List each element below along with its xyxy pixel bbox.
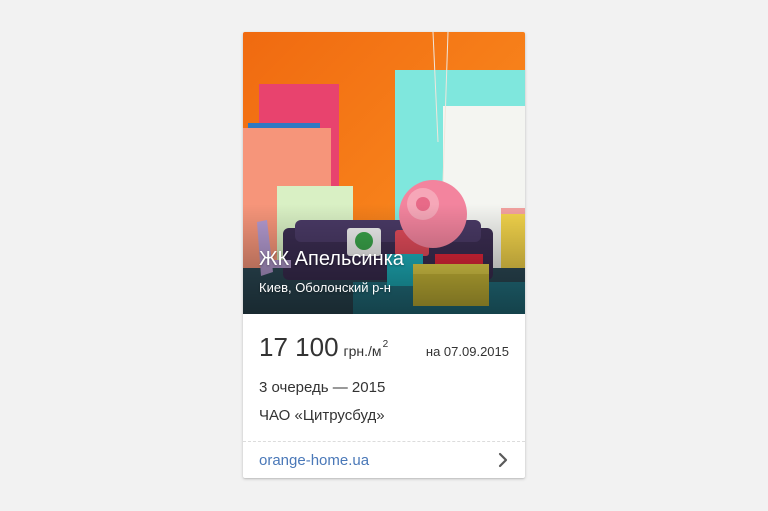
price-date: на 07.09.2015 xyxy=(425,344,509,359)
listing-location: Киев, Оболонский р-н xyxy=(259,280,391,295)
price-unit-superscript: 2 xyxy=(382,339,389,350)
website-footer[interactable]: orange-home.ua xyxy=(243,442,525,478)
website-link[interactable]: orange-home.ua xyxy=(259,452,369,469)
price-value: 17 100 xyxy=(259,332,339,362)
price: 17 100 грн./м 2 xyxy=(259,332,388,363)
chevron-right-icon[interactable] xyxy=(497,452,509,468)
price-row: 17 100 грн./м 2 на 07.09.2015 xyxy=(259,332,509,363)
listing-details: 17 100 грн./м 2 на 07.09.2015 3 очередь … xyxy=(243,314,525,442)
price-unit: грн./м xyxy=(343,343,382,359)
developer-name: ЧАО «Цитрусбуд» xyxy=(259,407,385,424)
listing-title[interactable]: ЖК Апельсинка xyxy=(259,248,404,271)
listing-photo[interactable]: ЖК Апельсинка Киев, Оболонский р-н xyxy=(243,32,525,314)
listing-card[interactable]: ЖК Апельсинка Киев, Оболонский р-н 17 10… xyxy=(243,32,525,478)
construction-stage: 3 очередь — 2015 xyxy=(259,379,386,396)
